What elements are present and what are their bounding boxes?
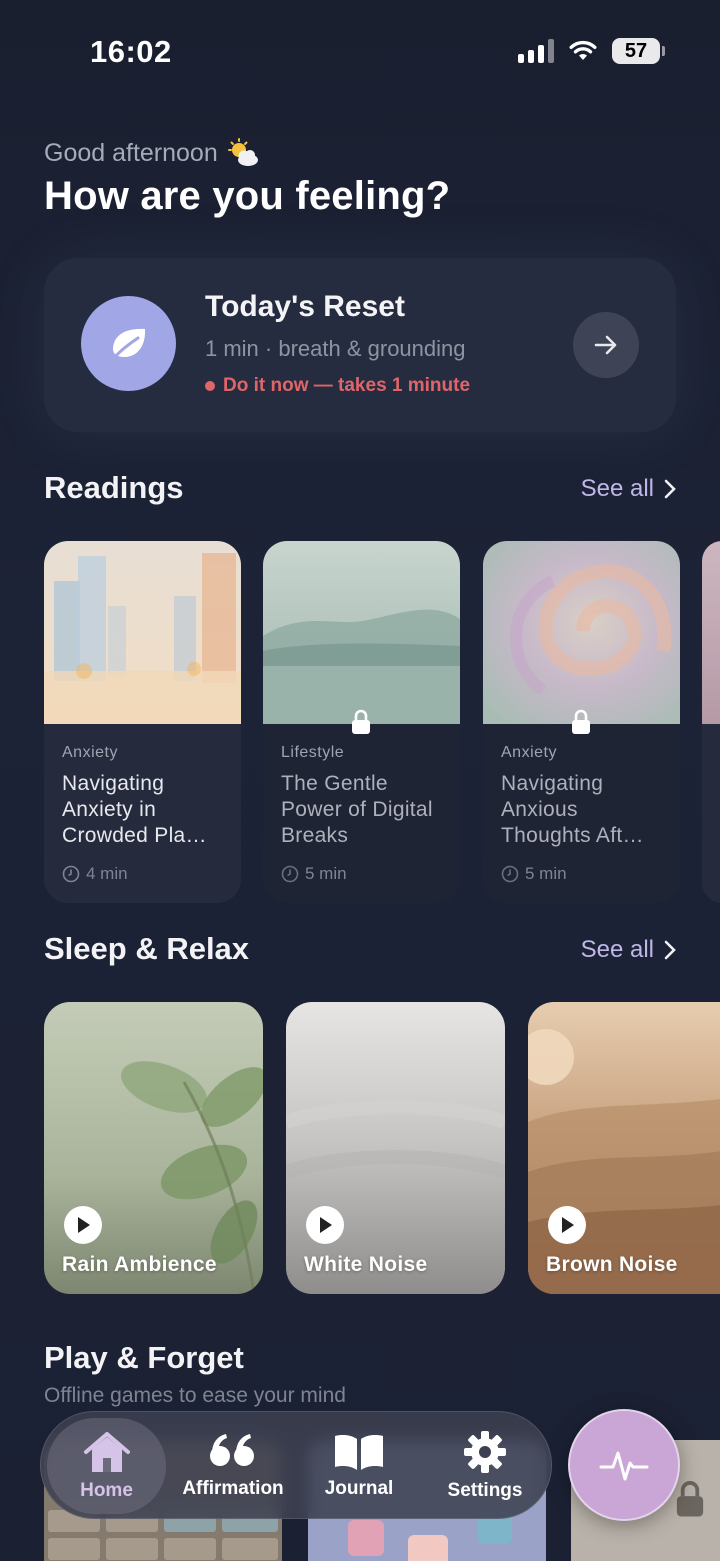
- house-icon: [83, 1432, 130, 1472]
- battery-icon: 57: [612, 38, 665, 64]
- play-forget-title: Play & Forget: [44, 1340, 244, 1375]
- status-time: 16:02: [90, 34, 172, 69]
- greeting: Good afternoon: [44, 138, 260, 168]
- battery-level: 57: [624, 39, 648, 62]
- tab-label: Home: [80, 1480, 133, 1501]
- tab-settings[interactable]: Settings: [427, 1412, 543, 1520]
- book-icon: [335, 1435, 383, 1470]
- reading-card[interactable]: Anxiety Navigating Anxiety in Crowded Pl…: [44, 541, 241, 903]
- todays-reset-card[interactable]: Today's Reset 1 min · breath & grounding…: [44, 258, 676, 432]
- tab-bar: Home Affirmation Journal Settings: [40, 1411, 552, 1519]
- reading-category: Anxiety: [62, 744, 118, 761]
- leaf-icon: [81, 296, 176, 391]
- sleep-see-all-label: See all: [580, 936, 654, 963]
- readings-title: Readings: [44, 470, 184, 505]
- rain-leaves-image: [44, 1002, 263, 1294]
- play-icon: [78, 1217, 90, 1233]
- status-indicators: 57: [518, 38, 665, 64]
- tab-affirmation[interactable]: Affirmation: [174, 1412, 292, 1520]
- mood-check-fab[interactable]: [568, 1409, 680, 1521]
- reading-category: Lifestyle: [281, 744, 345, 761]
- partly-sunny-icon: [227, 138, 258, 166]
- play-button[interactable]: [64, 1206, 102, 1244]
- desert-dunes-image: [528, 1002, 720, 1294]
- reading-duration: 5 min: [501, 864, 567, 884]
- reset-cta: Do it now — takes 1 minute: [205, 375, 470, 397]
- sleep-title: Sleep & Relax: [44, 931, 250, 966]
- tab-home[interactable]: Home: [47, 1418, 166, 1514]
- home-screen: 16:02 57 Good afternoon How are you feel…: [0, 0, 720, 1561]
- sleep-carousel[interactable]: Rain Ambience White Noise Brown Noise: [44, 1002, 720, 1294]
- reading-duration-text: 5 min: [305, 864, 347, 883]
- reading-category: Anxiety: [501, 744, 557, 761]
- reading-card[interactable]: Anxiety Navigating Anxious Thoughts Aft……: [483, 541, 680, 903]
- reading-card[interactable]: Lifestyle The Gentle Power of Digital Br…: [263, 541, 460, 903]
- reset-title: Today's Reset: [205, 290, 405, 323]
- clock-icon: [501, 865, 519, 883]
- sleep-card[interactable]: Brown Noise: [528, 1002, 720, 1294]
- readings-carousel[interactable]: Anxiety Navigating Anxiety in Crowded Pl…: [44, 541, 720, 903]
- clock-icon: [281, 865, 299, 883]
- sleep-label: Brown Noise: [546, 1253, 678, 1276]
- lake-painting-image: [263, 541, 460, 724]
- sleep-label: Rain Ambience: [62, 1253, 217, 1276]
- reading-title: Navigating Anxiety in Crowded Pla…: [62, 772, 207, 847]
- wifi-icon: [569, 40, 597, 60]
- reset-cta-text: Do it now — takes 1 minute: [223, 375, 471, 396]
- tab-label: Settings: [447, 1480, 523, 1501]
- play-icon: [320, 1217, 332, 1233]
- swirl-painting-image: [483, 541, 680, 724]
- sleep-card[interactable]: Rain Ambience: [44, 1002, 263, 1294]
- lock-icon: [676, 1481, 704, 1517]
- reading-duration: 5 min: [281, 864, 347, 884]
- readings-see-all-link[interactable]: See all: [581, 475, 676, 503]
- alert-dot-icon: [205, 381, 215, 391]
- tab-label: Affirmation: [182, 1478, 284, 1499]
- reading-duration: 4 min: [62, 864, 128, 884]
- white-noise-image: [286, 1002, 505, 1294]
- reading-title: The Gentle Power of Digital Breaks: [281, 772, 433, 847]
- play-button[interactable]: [548, 1206, 586, 1244]
- clock-icon: [62, 865, 80, 883]
- quote-icon: [210, 1434, 254, 1466]
- readings-see-all-label: See all: [580, 475, 654, 502]
- reading-duration-text: 5 min: [525, 864, 567, 883]
- reading-image-partial: [702, 541, 720, 724]
- sleep-card[interactable]: White Noise: [286, 1002, 505, 1294]
- cellular-signal-icon: [518, 39, 554, 63]
- play-icon: [562, 1217, 574, 1233]
- chevron-right-icon: [664, 479, 676, 499]
- tab-label: Journal: [324, 1478, 394, 1499]
- city-painting-image: [44, 541, 241, 724]
- arrow-right-icon: [594, 335, 617, 355]
- sleep-label: White Noise: [304, 1253, 428, 1276]
- chevron-right-icon: [664, 940, 676, 960]
- lock-icon: [572, 709, 590, 734]
- pulse-icon: [599, 1451, 649, 1481]
- greeting-text: Good afternoon: [44, 138, 218, 167]
- reading-card-partial[interactable]: [702, 541, 720, 903]
- reading-duration-text: 4 min: [86, 864, 128, 883]
- reading-title: Navigating Anxious Thoughts Aft…: [501, 772, 644, 847]
- play-forget-subtitle: Offline games to ease your mind: [44, 1384, 346, 1407]
- lock-icon: [352, 709, 370, 734]
- sleep-see-all-link[interactable]: See all: [581, 936, 676, 964]
- reset-subtitle: 1 min · breath & grounding: [205, 336, 466, 361]
- gear-icon: [464, 1431, 506, 1473]
- reset-arrow-button[interactable]: [573, 312, 639, 378]
- page-title: How are you feeling?: [44, 174, 451, 218]
- play-button[interactable]: [306, 1206, 344, 1244]
- tab-journal[interactable]: Journal: [303, 1412, 415, 1520]
